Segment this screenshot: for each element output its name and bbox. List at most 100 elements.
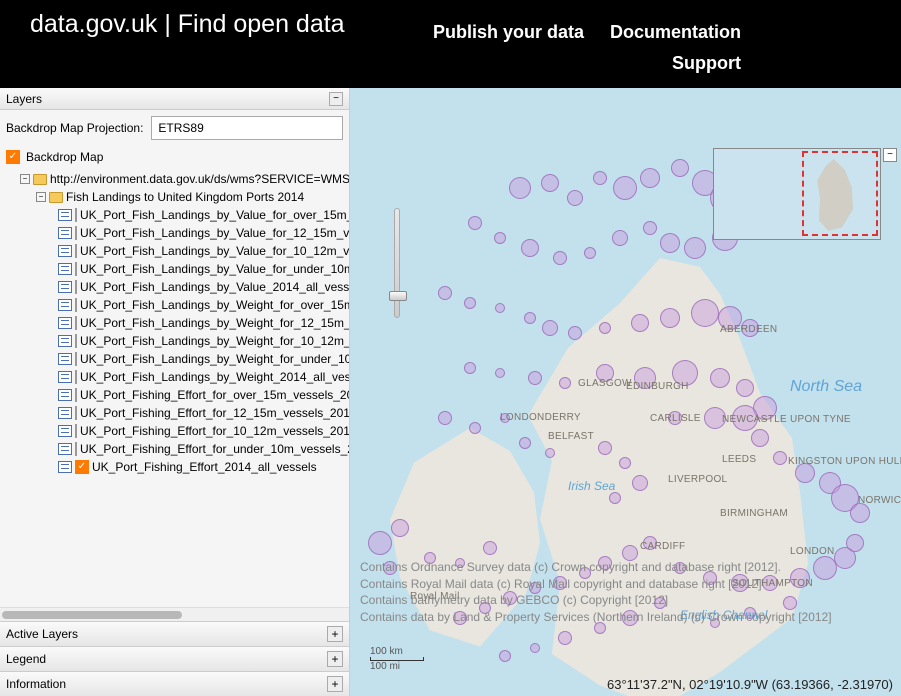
overview-map[interactable] [713, 148, 881, 240]
port-data-point[interactable] [643, 221, 657, 235]
port-data-point[interactable] [613, 176, 637, 200]
layer-row[interactable]: UK_Port_Fish_Landings_by_Weight_2014_all… [6, 368, 349, 386]
layer-properties-icon[interactable] [58, 407, 72, 419]
tree-collapse-icon[interactable]: − [36, 192, 46, 202]
layer-checkbox[interactable] [75, 226, 77, 240]
layer-row[interactable]: UK_Port_Fishing_Effort_for_under_10m_ves… [6, 440, 349, 458]
layer-row[interactable]: UK_Port_Fish_Landings_by_Value_2014_all_… [6, 278, 349, 296]
port-data-point[interactable] [632, 475, 648, 491]
port-data-point[interactable] [495, 368, 505, 378]
layer-properties-icon[interactable] [58, 245, 72, 257]
layer-properties-icon[interactable] [58, 317, 72, 329]
layer-checkbox[interactable]: ✓ [75, 460, 89, 474]
port-data-point[interactable] [530, 643, 540, 653]
layer-row[interactable]: UK_Port_Fish_Landings_by_Weight_for_12_1… [6, 314, 349, 332]
layer-row[interactable]: UK_Port_Fish_Landings_by_Weight_for_unde… [6, 350, 349, 368]
nav-support[interactable]: Support [672, 53, 741, 74]
layer-row[interactable]: UK_Port_Fish_Landings_by_Value_for_12_15… [6, 224, 349, 242]
port-data-point[interactable] [468, 216, 482, 230]
port-data-point[interactable] [483, 541, 497, 555]
zoom-track[interactable] [394, 208, 400, 318]
port-data-point[interactable] [691, 299, 719, 327]
port-data-point[interactable] [593, 171, 607, 185]
port-data-point[interactable] [438, 286, 452, 300]
layer-properties-icon[interactable] [58, 227, 72, 239]
port-data-point[interactable] [598, 441, 612, 455]
port-data-point[interactable] [499, 650, 511, 662]
layer-checkbox[interactable] [75, 208, 77, 222]
layer-checkbox[interactable] [75, 388, 77, 402]
layer-row[interactable]: UK_Port_Fishing_Effort_for_12_15m_vessel… [6, 404, 349, 422]
port-data-point[interactable] [710, 368, 730, 388]
port-data-point[interactable] [469, 422, 481, 434]
layer-row[interactable]: ✓UK_Port_Fishing_Effort_2014_all_vessels [6, 458, 349, 476]
layer-checkbox[interactable] [75, 352, 77, 366]
active-layers-panel[interactable]: Active Layers + [0, 621, 349, 646]
zoom-slider[interactable] [388, 208, 406, 318]
port-data-point[interactable] [553, 251, 567, 265]
port-data-point[interactable] [542, 320, 558, 336]
layer-properties-icon[interactable] [58, 461, 72, 473]
port-data-point[interactable] [519, 437, 531, 449]
projection-select[interactable]: ETRS89 [151, 116, 343, 140]
port-data-point[interactable] [631, 314, 649, 332]
port-data-point[interactable] [521, 239, 539, 257]
layer-checkbox[interactable] [75, 316, 77, 330]
port-data-point[interactable] [671, 159, 689, 177]
layer-row[interactable]: UK_Port_Fish_Landings_by_Value_for_over_… [6, 206, 349, 224]
nav-publish[interactable]: Publish your data [433, 22, 584, 43]
port-data-point[interactable] [509, 177, 531, 199]
port-data-point[interactable] [736, 379, 754, 397]
layer-properties-icon[interactable] [58, 299, 72, 311]
layer-row[interactable]: UK_Port_Fish_Landings_by_Weight_for_over… [6, 296, 349, 314]
nav-docs[interactable]: Documentation [610, 22, 741, 43]
layer-properties-icon[interactable] [58, 371, 72, 383]
port-data-point[interactable] [773, 451, 787, 465]
port-data-point[interactable] [568, 326, 582, 340]
map-canvas[interactable]: North Sea Irish Sea English Channel ABER… [350, 88, 901, 696]
legend-panel[interactable]: Legend + [0, 646, 349, 671]
layer-checkbox[interactable] [75, 244, 77, 258]
port-data-point[interactable] [541, 174, 559, 192]
layer-properties-icon[interactable] [58, 425, 72, 437]
horizontal-scrollbar[interactable] [0, 607, 349, 621]
layer-properties-icon[interactable] [58, 281, 72, 293]
expand-icon[interactable]: + [327, 651, 343, 667]
port-data-point[interactable] [494, 232, 506, 244]
layer-checkbox[interactable] [75, 298, 77, 312]
layer-row[interactable]: UK_Port_Fishing_Effort_for_10_12m_vessel… [6, 422, 349, 440]
port-data-point[interactable] [558, 631, 572, 645]
port-data-point[interactable] [684, 237, 706, 259]
expand-icon[interactable]: + [327, 676, 343, 692]
port-data-point[interactable] [495, 303, 505, 313]
layer-row[interactable]: UK_Port_Fish_Landings_by_Weight_for_10_1… [6, 332, 349, 350]
layer-checkbox[interactable] [75, 262, 77, 276]
layer-properties-icon[interactable] [58, 209, 72, 221]
layer-properties-icon[interactable] [58, 389, 72, 401]
layer-properties-icon[interactable] [58, 263, 72, 275]
port-data-point[interactable] [612, 230, 628, 246]
port-data-point[interactable] [528, 371, 542, 385]
port-data-point[interactable] [660, 308, 680, 328]
collapse-icon[interactable]: − [329, 92, 343, 106]
port-data-point[interactable] [391, 519, 409, 537]
port-data-point[interactable] [567, 190, 583, 206]
zoom-handle[interactable] [389, 291, 407, 301]
expand-icon[interactable]: + [327, 626, 343, 642]
layer-row[interactable]: UK_Port_Fish_Landings_by_Value_for_under… [6, 260, 349, 278]
port-data-point[interactable] [619, 457, 631, 469]
port-data-point[interactable] [660, 233, 680, 253]
port-data-point[interactable] [464, 297, 476, 309]
tree-collapse-icon[interactable]: − [20, 174, 30, 184]
port-data-point[interactable] [545, 448, 555, 458]
information-panel[interactable]: Information + [0, 671, 349, 696]
overview-extent-box[interactable] [802, 151, 878, 236]
port-data-point[interactable] [559, 377, 571, 389]
layer-checkbox[interactable] [75, 442, 77, 456]
backdrop-checkbox[interactable]: ✓ [6, 150, 20, 164]
layer-checkbox[interactable] [75, 334, 77, 348]
layer-checkbox[interactable] [75, 406, 77, 420]
port-data-point[interactable] [850, 503, 870, 523]
layer-properties-icon[interactable] [58, 335, 72, 347]
port-data-point[interactable] [599, 322, 611, 334]
